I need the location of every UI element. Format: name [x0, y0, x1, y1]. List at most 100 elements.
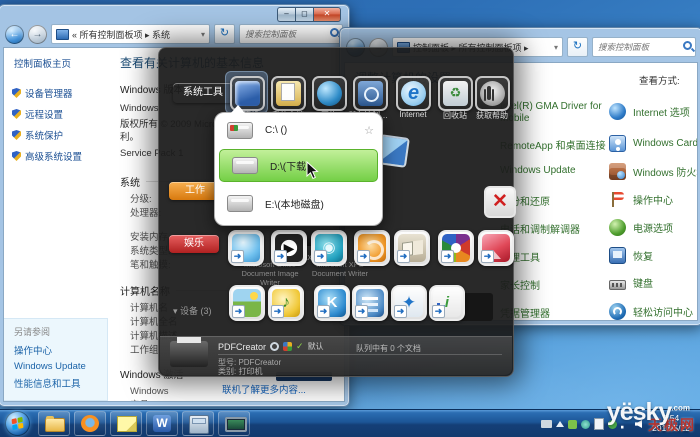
help-icon[interactable] — [475, 76, 510, 111]
cp-item-remoteapp[interactable]: RemoteApp 和桌面连接 — [500, 137, 606, 152]
cp-item-action-center[interactable]: 操作中心 — [609, 191, 673, 208]
video-app-icon[interactable]: ◉➜ — [311, 230, 347, 266]
photo-app-icon[interactable]: ➜ — [478, 230, 514, 266]
dict-app-icon[interactable]: ➜ — [352, 285, 388, 321]
drive-item-d[interactable]: D:\(下载) — [219, 149, 378, 182]
cp-item-ease-of-access[interactable]: 轻松访问中心 — [609, 303, 693, 320]
start-button[interactable] — [5, 411, 30, 436]
kmplayer-app-icon[interactable]: K➜ — [314, 285, 350, 321]
recycle-bin-icon[interactable]: ♻ — [438, 76, 473, 111]
cp-item-power-options[interactable]: 电源选项 — [609, 219, 673, 236]
volume-tray-icon[interactable] — [635, 420, 642, 428]
desktop: – ◻ ✕ ← → « 所有控制面板项 ▸ 系统 ▾ ↻ 控制面板主页 — [0, 0, 700, 437]
media-player-app-icon[interactable]: ▶➜ — [271, 230, 307, 266]
taskbar-clock[interactable]: 2:54 2013/5/22 — [644, 413, 698, 433]
explorer-icon — [45, 418, 65, 432]
shortcut-arrow-icon: ➜ — [432, 305, 445, 318]
taskbar-sticky-notes-button[interactable] — [110, 411, 142, 436]
clock-time: 2:54 — [644, 413, 698, 423]
star-icon[interactable]: ☆ — [364, 124, 374, 137]
refresh-button[interactable]: ↻ — [567, 37, 588, 57]
pplive-app-icon[interactable]: ➜ — [354, 230, 390, 266]
uninstall-app-icon[interactable]: ✕ — [484, 186, 516, 218]
close-button[interactable]: ✕ — [313, 7, 341, 22]
taskbar-display-button[interactable] — [218, 411, 250, 436]
printer-category: 类别: 打印机 — [218, 366, 262, 377]
documents-icon[interactable] — [271, 76, 306, 111]
keyboard-icon — [609, 280, 626, 290]
search-icon — [683, 41, 692, 50]
keyboard-tray-icon[interactable] — [541, 420, 552, 428]
shortcut-arrow-icon: ➜ — [231, 250, 244, 263]
reader-app-icon[interactable]: ➜ — [394, 230, 430, 266]
control-panel-icon[interactable] — [353, 76, 388, 111]
printer-icon — [170, 341, 208, 367]
label-product-id: 产品 ID: — [130, 399, 338, 401]
green-status-tray-icon[interactable] — [568, 420, 577, 429]
windows-logo-icon — [12, 417, 24, 430]
hidden-icons-arrow[interactable] — [556, 421, 564, 427]
info-app-icon[interactable]: i➜ — [429, 285, 465, 321]
taskbar-word-button[interactable]: W — [146, 411, 178, 436]
cp-item-cardspace[interactable]: Windows CardSpace — [609, 135, 698, 152]
search-input[interactable] — [596, 39, 680, 55]
messenger-app-icon[interactable]: ➜ — [228, 230, 264, 266]
music-player-app-icon[interactable]: ♪➜ — [268, 285, 304, 321]
cp-item-recovery[interactable]: 恢复 — [609, 247, 653, 264]
tab-system-tools[interactable]: 系统工具 — [173, 83, 233, 103]
view-by-dropdown[interactable]: 查看方式: — [639, 73, 695, 87]
search-input[interactable] — [243, 26, 327, 42]
cp-item-keyboard[interactable]: 键盘 — [609, 275, 653, 290]
icon-label: Internet — [391, 110, 435, 119]
cp-item-internet-options[interactable]: Internet 选项 — [609, 103, 690, 120]
device-group-header[interactable]: ▾ 设备 (3) — [173, 304, 212, 317]
minimize-button[interactable]: – — [277, 7, 295, 22]
drive-item-c[interactable]: C:\ () ☆ — [215, 114, 382, 147]
picasa-app-icon[interactable]: ➜ — [438, 230, 474, 266]
sidebar-item-remote-settings[interactable]: 远程设置 — [12, 107, 108, 121]
drive-icon — [227, 195, 253, 212]
notes-tray-icon[interactable] — [594, 418, 604, 430]
shortcut-arrow-icon: ➜ — [394, 305, 407, 318]
thunder-app-icon[interactable]: ✦➜ — [391, 285, 427, 321]
taskbar-explorer-button[interactable] — [38, 411, 70, 436]
see-also-link-performance[interactable]: 性能信息和工具 — [14, 376, 107, 390]
see-also-link-action-center[interactable]: 操作中心 — [14, 343, 107, 357]
sidebar-item-device-manager[interactable]: 设备管理器 — [12, 86, 108, 100]
network-tray-icon[interactable] — [621, 420, 631, 429]
forward-button[interactable]: → — [28, 25, 47, 44]
breadcrumb[interactable]: « 所有控制面板项 ▸ 系统 ▾ — [51, 24, 210, 44]
internet-options-icon — [609, 103, 626, 120]
internet-icon[interactable]: e — [396, 76, 431, 111]
taskbar-calculator-button[interactable] — [182, 411, 214, 436]
learn-more-link[interactable]: 联机了解更多内容... — [222, 382, 306, 396]
sidebar-item-home[interactable]: 控制面板主页 — [14, 56, 108, 70]
cp-item-firewall[interactable]: Windows 防火墙 — [609, 163, 698, 180]
recovery-icon — [609, 247, 626, 264]
caption-buttons: – ◻ ✕ — [277, 7, 341, 22]
breadcrumb-text: « 所有控制面板项 ▸ 系统 — [72, 28, 170, 41]
see-also-link-windows-update[interactable]: Windows Update — [14, 361, 107, 372]
photo-editor-app-icon[interactable]: ➜ — [229, 285, 265, 321]
maximize-button[interactable]: ◻ — [295, 7, 313, 22]
back-button[interactable]: ← — [5, 25, 24, 44]
sidebar-item-system-protection[interactable]: 系统保护 — [12, 128, 108, 142]
system-tray — [541, 418, 642, 430]
taskbar-firefox-button[interactable] — [74, 411, 106, 436]
shortcut-arrow-icon: ➜ — [271, 305, 284, 318]
chevron-down-icon[interactable]: ▾ — [554, 43, 558, 52]
tab-entertainment[interactable]: 娱乐 — [169, 235, 219, 253]
sticky-note-icon — [117, 416, 137, 432]
system-drive-icon — [227, 122, 253, 139]
uac-shield-icon — [12, 88, 21, 98]
sidebar-item-advanced-settings[interactable]: 高级系统设置 — [12, 149, 108, 163]
color-profile-icon — [283, 342, 292, 351]
antivirus-tray-icon[interactable] — [581, 420, 590, 429]
chevron-down-icon[interactable]: ▾ — [201, 30, 205, 39]
cp-item-intel-gma[interactable]: Intel(R) GMA Driver for Mobile — [500, 101, 618, 125]
sync-tray-icon[interactable] — [608, 420, 617, 429]
refresh-button[interactable]: ↻ — [214, 24, 235, 44]
see-also-title: 另请参阅 — [14, 325, 107, 338]
network-icon[interactable] — [312, 76, 347, 111]
drive-item-e[interactable]: E:\(本地磁盘) — [215, 187, 382, 220]
